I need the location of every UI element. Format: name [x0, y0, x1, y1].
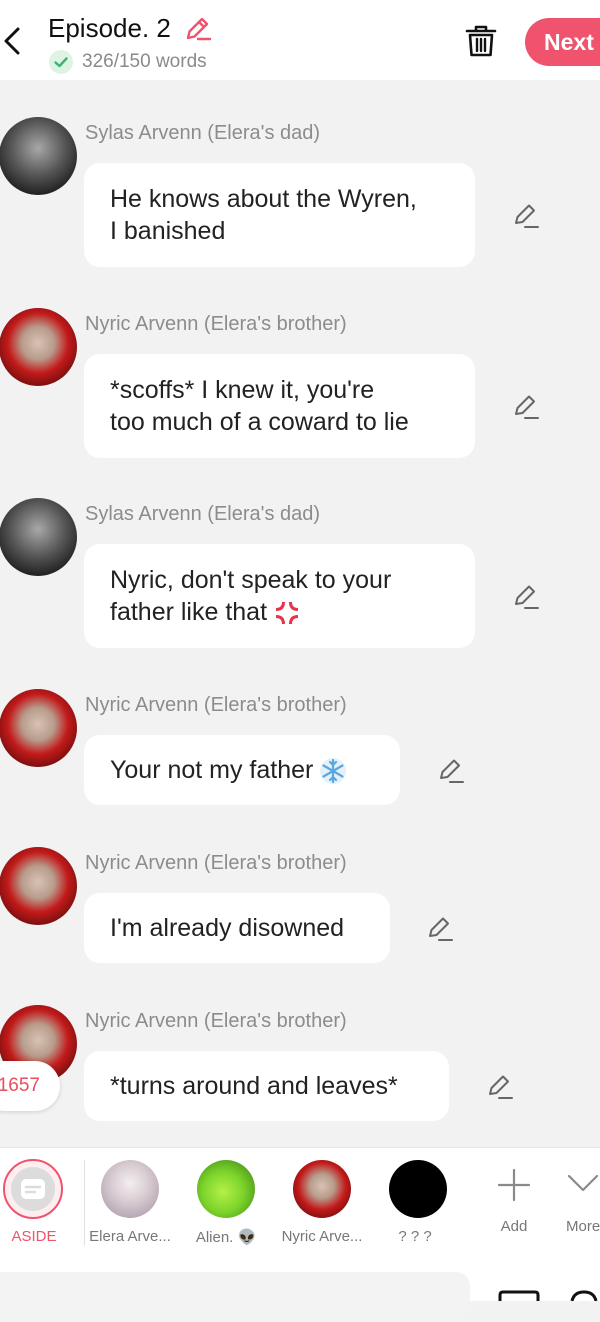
avatar-nyric[interactable]: [0, 689, 77, 767]
character-label: Elera Arve...: [89, 1228, 171, 1245]
character-label: More: [566, 1218, 600, 1235]
character-nyric[interactable]: Nyric Arve...: [278, 1148, 366, 1261]
image-icon[interactable]: [498, 1290, 540, 1301]
message-bubble[interactable]: *scoffs* I knew it, you're too much of a…: [84, 354, 475, 458]
snowflake-icon: [320, 758, 347, 785]
avatar-sylas[interactable]: [0, 498, 77, 576]
next-button[interactable]: Next: [525, 18, 600, 66]
anger-symbol-icon: [276, 602, 299, 625]
message-text: He knows about the Wyren, I banished: [110, 185, 417, 245]
pencil-edit-icon[interactable]: [182, 14, 212, 44]
message-bubble[interactable]: Nyric, don't speak to your father like t…: [84, 544, 475, 648]
speaker-name: Nyric Arvenn (Elera's brother): [85, 694, 347, 716]
back-arrow-icon[interactable]: [0, 22, 26, 60]
pencil-edit-icon[interactable]: [511, 201, 541, 231]
speaker-name: Nyric Arvenn (Elera's brother): [85, 1010, 347, 1032]
character-label: ASIDE: [11, 1228, 57, 1245]
chevron-down-icon: [567, 1174, 599, 1192]
message-bubble[interactable]: I'm already disowned: [84, 893, 390, 963]
message-text: *scoffs* I knew it, you're too much of a…: [110, 376, 409, 436]
aside-bubble-icon: [21, 1179, 45, 1199]
character-alien[interactable]: Alien. 👽: [186, 1148, 266, 1261]
speaker-name: Sylas Arvenn (Elera's dad): [85, 503, 321, 525]
more-characters-button[interactable]: More: [556, 1148, 600, 1261]
side-counter-badge[interactable]: 1657: [0, 1061, 60, 1111]
speaker-name: Nyric Arvenn (Elera's brother): [85, 852, 347, 874]
speaker-name: Nyric Arvenn (Elera's brother): [85, 313, 347, 335]
pencil-edit-icon[interactable]: [425, 914, 455, 944]
word-count: 326/150 words: [82, 51, 207, 72]
character-label: Alien. 👽: [195, 1229, 257, 1246]
character-label: ? ? ?: [398, 1228, 432, 1245]
avatar-elera: [101, 1160, 159, 1218]
message-input[interactable]: [0, 1272, 470, 1322]
episode-title[interactable]: Episode. 2: [48, 13, 171, 44]
character-aside[interactable]: ASIDE: [0, 1148, 68, 1261]
character-label: Nyric Arve...: [281, 1228, 363, 1245]
input-bar: [0, 1260, 600, 1322]
pencil-edit-icon[interactable]: [511, 582, 541, 612]
message-text: *turns around and leaves*: [110, 1072, 398, 1100]
avatar-unknown: [389, 1160, 447, 1218]
avatar-nyric: [293, 1160, 351, 1218]
message-bubble[interactable]: Your not my father: [84, 735, 400, 805]
character-label: Add: [500, 1218, 528, 1235]
character-selector-bar: ASIDE Elera Arve... Alien. 👽 Nyric Arve.…: [0, 1147, 600, 1261]
aside-avatar: [3, 1159, 63, 1219]
avatar-alien: [197, 1160, 255, 1218]
check-circle-icon: [49, 50, 73, 74]
add-character-button[interactable]: Add: [486, 1148, 542, 1261]
character-elera[interactable]: Elera Arve...: [86, 1148, 174, 1261]
divider: [84, 1160, 85, 1246]
character-unknown[interactable]: ? ? ?: [378, 1148, 458, 1261]
pencil-edit-icon[interactable]: [511, 392, 541, 422]
message-text: Nyric, don't speak to your father like t…: [110, 566, 392, 626]
trash-icon[interactable]: [462, 22, 500, 60]
pencil-edit-icon[interactable]: [485, 1072, 515, 1102]
message-text: Your not my father: [110, 756, 314, 784]
pencil-edit-icon[interactable]: [436, 756, 466, 786]
message-bubble[interactable]: *turns around and leaves*: [84, 1051, 449, 1121]
emoji-icon[interactable]: [568, 1290, 600, 1301]
avatar-nyric[interactable]: [0, 308, 77, 386]
avatar-sylas[interactable]: [0, 117, 77, 195]
message-text: I'm already disowned: [110, 914, 345, 942]
message-bubble[interactable]: He knows about the Wyren, I banished: [84, 163, 475, 267]
avatar-nyric[interactable]: [0, 847, 77, 925]
plus-icon: [497, 1168, 531, 1202]
speaker-name: Sylas Arvenn (Elera's dad): [85, 122, 321, 144]
top-bar: Episode. 2 326/150 words Next: [0, 0, 600, 80]
